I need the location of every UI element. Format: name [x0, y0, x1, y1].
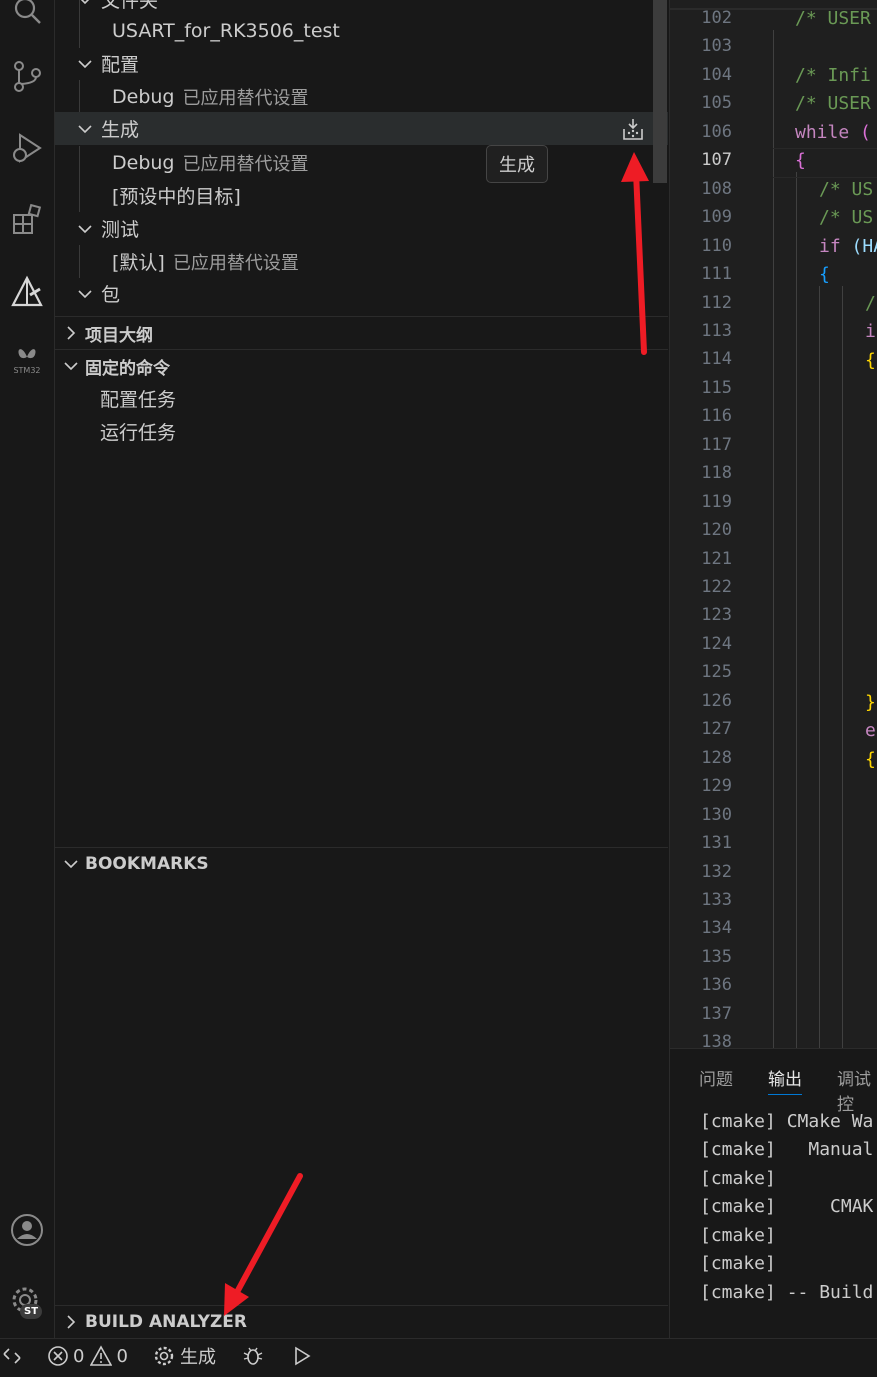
red-arrow-build-icon — [621, 152, 649, 355]
annotation-arrows — [224, 152, 649, 1316]
red-arrow-build-analyzer — [224, 1173, 303, 1316]
